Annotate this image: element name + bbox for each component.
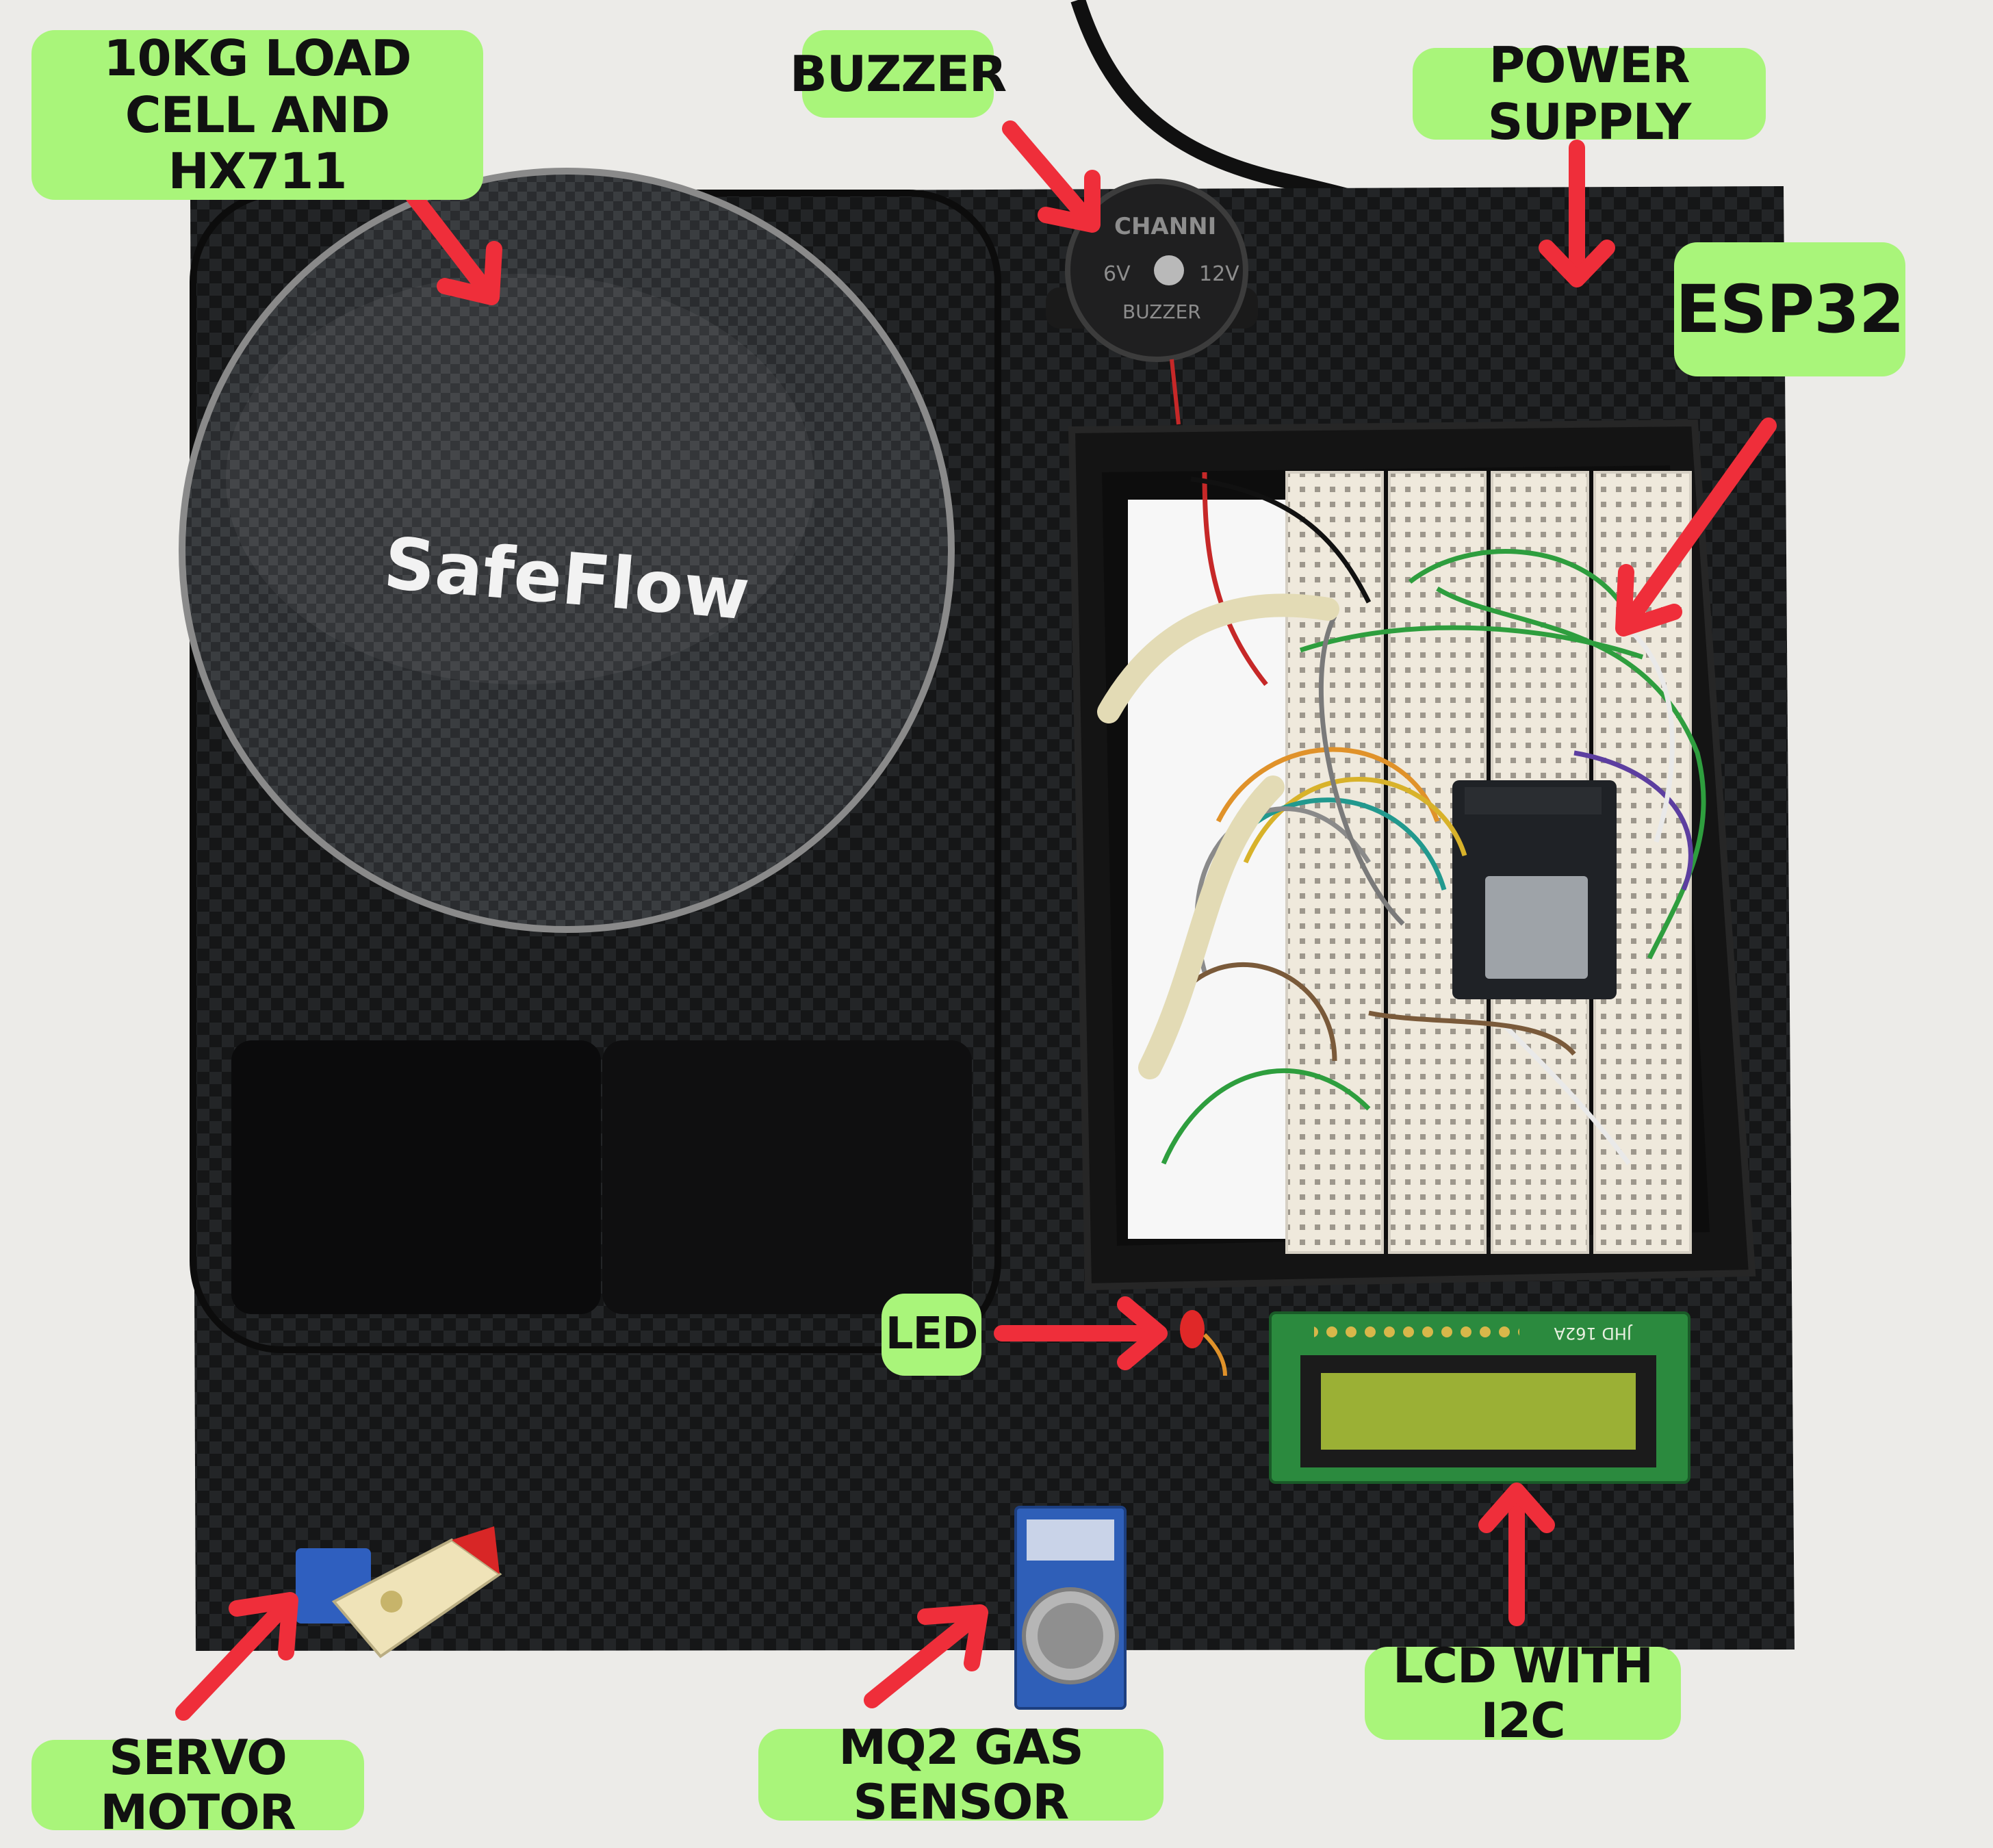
mq2-sensor-component <box>1014 1506 1127 1710</box>
annotated-prototype-photo: SafeFlow CHANNI 6V 12V BUZZER JHD 162A 1… <box>0 0 1993 1845</box>
buzzer-6v-text: 6V <box>1103 262 1131 286</box>
label-buzzer: BUZZER <box>790 30 1007 118</box>
tray-pocket-left <box>231 1040 601 1314</box>
label-power-supply: POWER SUPPLY <box>1413 37 1766 150</box>
lcd-screen <box>1321 1373 1636 1450</box>
label-led: LED <box>882 1294 981 1376</box>
esp32-module <box>1452 780 1617 999</box>
buzzer-12v-text: 12V <box>1199 262 1239 286</box>
buzzer-bottom-text: BUZZER <box>1122 300 1201 323</box>
label-lcd: LCD WITH I2C <box>1365 1638 1681 1748</box>
lcd-model-text: JHD 162A <box>1554 1324 1633 1343</box>
label-esp32: ESP32 <box>1674 242 1905 376</box>
lcd-component: JHD 162A <box>1269 1311 1690 1484</box>
label-load-cell: 10KG LOAD CELL AND HX711 <box>31 29 483 200</box>
label-servo: SERVO MOTOR <box>31 1730 364 1840</box>
buzzer-brand-text: CHANNI <box>1114 213 1216 240</box>
label-gas-sensor: MQ2 GAS SENSOR <box>758 1719 1163 1830</box>
electronics-box <box>1068 419 1756 1291</box>
tray-pocket-right <box>602 1040 972 1314</box>
